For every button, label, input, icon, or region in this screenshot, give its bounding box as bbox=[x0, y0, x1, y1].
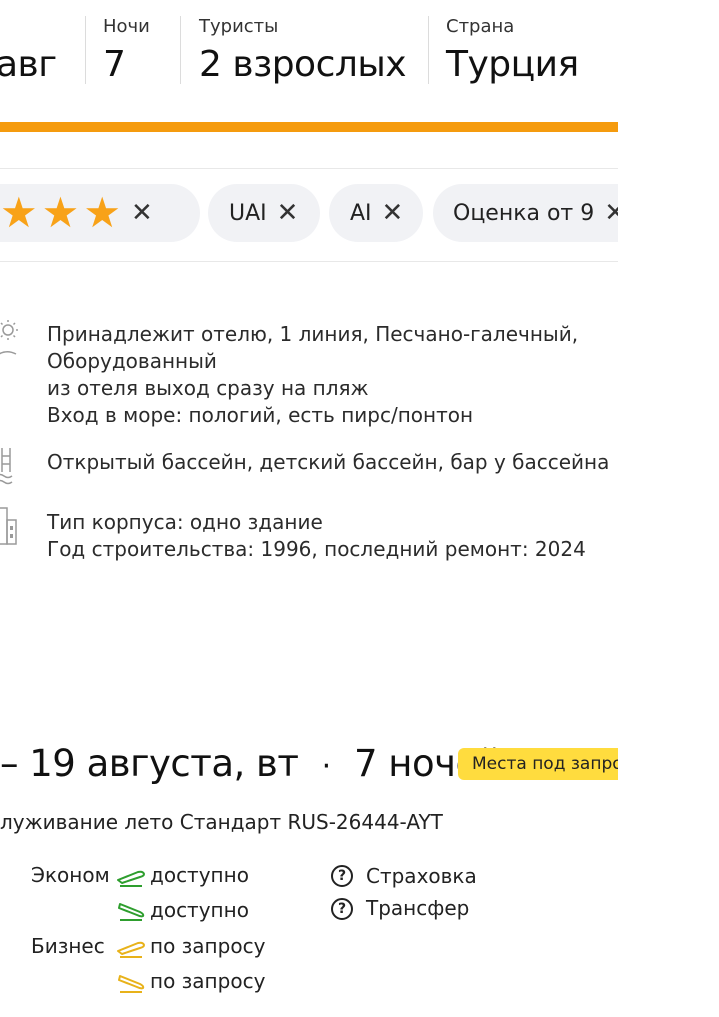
tourists-value[interactable]: 2 взрослых bbox=[199, 44, 407, 85]
flight-status: доступно bbox=[150, 863, 249, 887]
star-icon: ★ bbox=[0, 188, 38, 237]
flight-status: по запросу bbox=[150, 969, 266, 993]
question-icon[interactable]: ? bbox=[331, 865, 353, 887]
filter-chip-label: AI bbox=[350, 200, 372, 226]
building-line: Год строительства: 1996, последний ремон… bbox=[47, 537, 586, 561]
transfer-label: Трансфер bbox=[366, 896, 470, 920]
country-label: Страна bbox=[446, 16, 515, 37]
beach-line: Оборудованный bbox=[47, 349, 217, 373]
flight-status: доступно bbox=[150, 898, 249, 922]
filter-chip-stars[interactable]: ★★★ ✕ bbox=[0, 184, 200, 242]
beach-icon bbox=[0, 320, 18, 355]
filter-chip-label: Оценка от 9 bbox=[453, 200, 595, 226]
close-icon[interactable]: ✕ bbox=[604, 200, 618, 226]
flight-status: по запросу bbox=[150, 934, 266, 958]
filter-chip-uai[interactable]: UAI ✕ bbox=[208, 184, 321, 242]
plane-arrival-icon bbox=[118, 903, 145, 921]
insurance-label: Страховка bbox=[366, 864, 477, 888]
plane-departure-icon bbox=[117, 941, 145, 958]
accent-bar bbox=[0, 122, 618, 132]
plane-arrival-icon bbox=[118, 975, 145, 993]
flight-class-economy: Эконом bbox=[31, 863, 110, 887]
divider bbox=[180, 16, 181, 84]
flight-class-business: Бизнес bbox=[31, 934, 105, 958]
nights-value[interactable]: 7 bbox=[103, 44, 126, 85]
star-icon: ★ bbox=[41, 188, 80, 237]
filter-chip-rating[interactable]: Оценка от 9 ✕ bbox=[433, 184, 618, 242]
question-icon[interactable]: ? bbox=[331, 898, 353, 920]
pool-description: Открытый бассейн, детский бассейн, бар у… bbox=[47, 450, 610, 474]
tour-description: луживание лето Стандарт RUS-26444-AYT bbox=[0, 810, 443, 834]
star-icon: ★ bbox=[83, 188, 121, 237]
filter-chip-ai[interactable]: AI ✕ bbox=[329, 184, 424, 242]
close-icon[interactable]: ✕ bbox=[277, 200, 299, 226]
close-icon[interactable]: ✕ bbox=[382, 200, 404, 226]
beach-description: Принадлежит отелю, 1 линия, Песчано-гале… bbox=[47, 321, 578, 429]
page-content: авг Ночи 7 Туристы 2 взрослых Страна Тур… bbox=[0, 0, 618, 1017]
plane-departure-icon bbox=[117, 870, 145, 887]
building-icon bbox=[0, 507, 17, 545]
availability-badge: Места под запрос bbox=[458, 748, 618, 780]
separator: · bbox=[321, 749, 332, 784]
filter-chip-label: UAI bbox=[229, 200, 267, 226]
tour-dates: – 19 августа, вт · 7 ночей bbox=[0, 742, 502, 785]
beach-line: Принадлежит отелю, 1 линия, Песчано-гале… bbox=[47, 322, 579, 346]
beach-line: из отеля выход сразу на пляж bbox=[47, 376, 369, 400]
building-line: Тип корпуса: одно здание bbox=[47, 510, 323, 534]
star-rating: ★★★ bbox=[0, 192, 125, 234]
close-icon[interactable]: ✕ bbox=[131, 200, 153, 226]
country-value[interactable]: Турция bbox=[446, 44, 579, 85]
tourists-label: Туристы bbox=[199, 16, 279, 37]
building-description: Тип корпуса: одно здание Год строительст… bbox=[47, 509, 586, 563]
divider bbox=[85, 16, 86, 84]
tour-date-range: – 19 августа, вт bbox=[0, 742, 299, 785]
date-value[interactable]: авг bbox=[0, 44, 57, 85]
beach-line: Вход в море: пологий, есть пирс/понтон bbox=[47, 403, 474, 427]
divider bbox=[428, 16, 429, 84]
pool-icon bbox=[0, 448, 13, 485]
nights-label: Ночи bbox=[103, 16, 150, 37]
